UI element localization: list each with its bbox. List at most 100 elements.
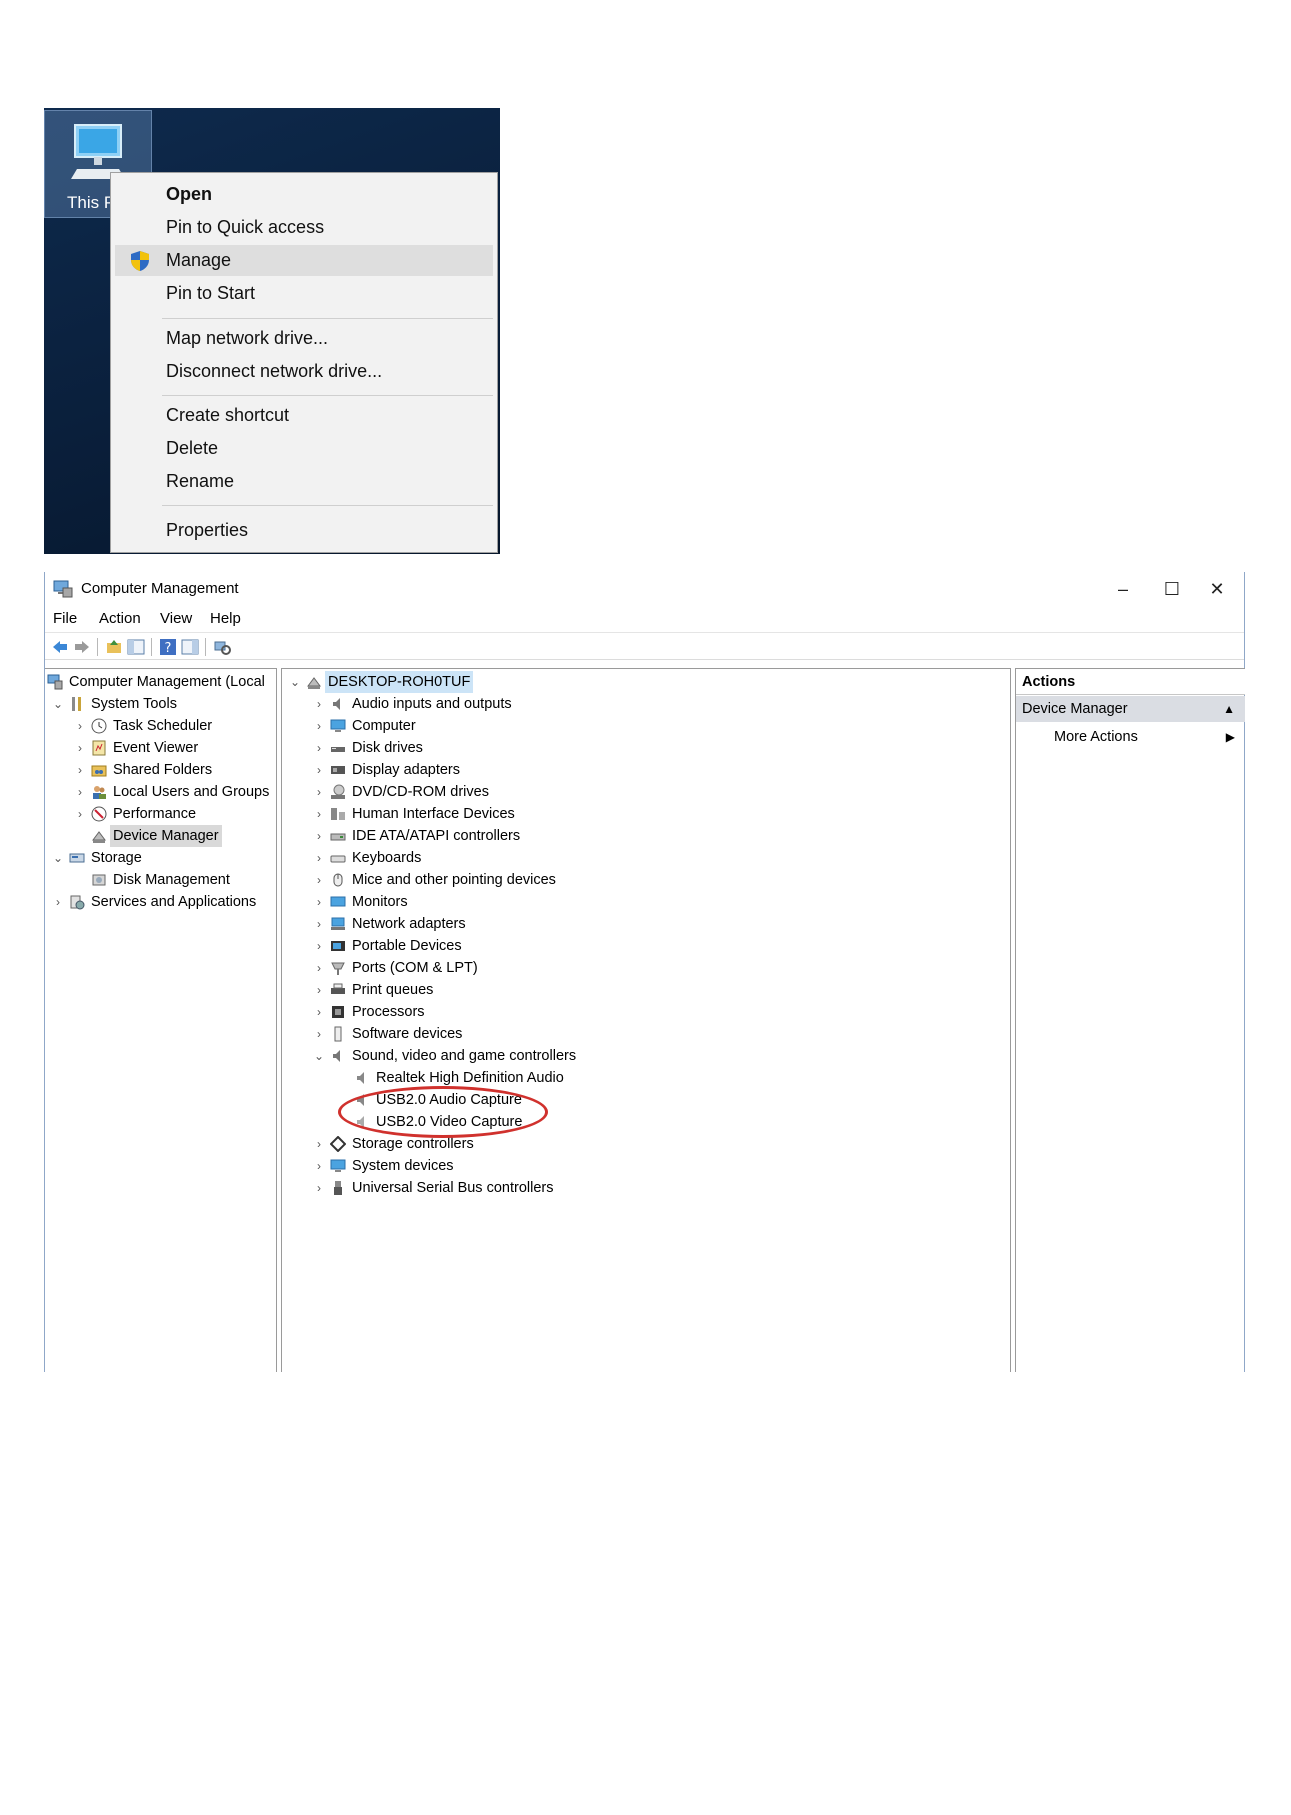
usb-icon: [334, 1181, 342, 1195]
collapse-up-icon[interactable]: ▲: [1223, 696, 1235, 722]
menu-item-rename[interactable]: Rename: [115, 466, 493, 497]
storage-icon: [69, 853, 85, 863]
context-menu: Open Pin to Quick access Manage Pin to S…: [110, 172, 498, 553]
menu-separator: [162, 395, 493, 396]
menu-item-map-drive[interactable]: Map network drive...: [115, 323, 493, 354]
computer-management-icon: [53, 580, 73, 598]
system-device-icon: [330, 1159, 346, 1172]
menu-item-manage[interactable]: Manage: [115, 245, 493, 276]
keyboard-icon: [330, 855, 346, 863]
expanded-chevron-icon[interactable]: ⌄: [51, 693, 65, 715]
menu-view[interactable]: View: [160, 610, 192, 627]
performance-icon: [91, 806, 107, 822]
collapsed-chevron-icon[interactable]: ›: [312, 1133, 326, 1155]
collapsed-chevron-icon[interactable]: ›: [312, 935, 326, 957]
collapsed-chevron-icon[interactable]: ›: [312, 957, 326, 979]
clock-icon: [91, 718, 107, 734]
collapsed-chevron-icon[interactable]: ›: [312, 913, 326, 935]
collapsed-chevron-icon[interactable]: ›: [73, 737, 87, 759]
speaker-icon: [357, 1094, 364, 1106]
hid-icon: [331, 808, 345, 820]
printer-icon: [331, 983, 345, 994]
actions-section-device-manager[interactable]: Device Manager ▲: [1016, 696, 1245, 722]
collapsed-chevron-icon[interactable]: ›: [312, 803, 326, 825]
menu-item-pin-quick-access[interactable]: Pin to Quick access: [115, 212, 493, 243]
window-title: Computer Management: [81, 580, 239, 597]
software-device-icon: [334, 1026, 342, 1042]
svg-text:?: ?: [165, 641, 172, 656]
forward-arrow-icon[interactable]: [73, 638, 91, 656]
portable-device-icon: [331, 941, 345, 951]
toolbar-separator: [151, 638, 152, 656]
users-icon: [93, 786, 106, 799]
title-bar[interactable]: Computer Management – ☐ ✕: [45, 572, 1244, 606]
toolbar-separator: [97, 638, 98, 656]
collapsed-chevron-icon[interactable]: ›: [312, 759, 326, 781]
computer-management-window: Computer Management – ☐ ✕ File Action Vi…: [44, 572, 1245, 1372]
collapsed-chevron-icon[interactable]: ›: [312, 1177, 326, 1199]
device-tree-pane: ⌄ DESKTOP-ROH0TUF › Audio inputs and outp…: [281, 668, 1011, 1372]
show-hide-action-pane-icon[interactable]: [181, 638, 199, 656]
ide-controller-icon: [330, 833, 346, 841]
collapsed-chevron-icon[interactable]: ›: [73, 781, 87, 803]
menu-action[interactable]: Action: [99, 610, 141, 627]
monitor-icon: [330, 896, 346, 907]
mouse-icon: [333, 873, 343, 887]
disk-management-icon: [92, 874, 106, 886]
uac-shield-icon: [131, 251, 149, 271]
collapsed-chevron-icon[interactable]: ›: [312, 781, 326, 803]
collapsed-chevron-icon[interactable]: ›: [312, 847, 326, 869]
back-arrow-icon[interactable]: [51, 638, 69, 656]
menu-item-disconnect-drive[interactable]: Disconnect network drive...: [115, 356, 493, 387]
network-adapter-icon: [331, 917, 345, 930]
menu-item-properties[interactable]: Properties: [115, 515, 493, 546]
toolbar-separator: [205, 638, 206, 656]
scan-hardware-icon[interactable]: [213, 638, 231, 656]
collapsed-chevron-icon[interactable]: ›: [312, 693, 326, 715]
collapsed-chevron-icon[interactable]: ›: [51, 891, 65, 913]
dvd-drive-icon: [331, 784, 345, 799]
expanded-chevron-icon[interactable]: ⌄: [312, 1045, 326, 1067]
collapsed-chevron-icon[interactable]: ›: [73, 759, 87, 781]
collapsed-chevron-icon[interactable]: ›: [312, 715, 326, 737]
tools-icon: [72, 697, 81, 711]
submenu-arrow-icon: ▶: [1225, 730, 1235, 744]
maximize-button[interactable]: ☐: [1152, 576, 1192, 602]
toolbar: ?: [45, 632, 1244, 660]
menu-item-open[interactable]: Open: [115, 179, 493, 210]
collapsed-chevron-icon[interactable]: ›: [73, 803, 87, 825]
shared-folder-icon: [91, 765, 107, 777]
collapsed-chevron-icon[interactable]: ›: [312, 825, 326, 847]
manage-label: Manage: [166, 250, 232, 270]
minimize-button[interactable]: –: [1103, 576, 1143, 602]
show-hide-tree-icon[interactable]: [127, 638, 145, 656]
menu-separator: [162, 318, 493, 319]
event-viewer-icon: [92, 740, 106, 756]
collapsed-chevron-icon[interactable]: ›: [312, 1155, 326, 1177]
help-icon[interactable]: ?: [159, 638, 177, 656]
menu-help[interactable]: Help: [210, 610, 241, 627]
collapsed-chevron-icon[interactable]: ›: [312, 1023, 326, 1045]
menu-item-delete[interactable]: Delete: [115, 433, 493, 464]
collapsed-chevron-icon[interactable]: ›: [312, 1001, 326, 1023]
close-button[interactable]: ✕: [1197, 576, 1237, 602]
device-manager-icon: [92, 831, 106, 843]
collapsed-chevron-icon[interactable]: ›: [312, 737, 326, 759]
up-folder-icon[interactable]: [105, 638, 123, 656]
menu-item-create-shortcut[interactable]: Create shortcut: [115, 400, 493, 431]
collapsed-chevron-icon[interactable]: ›: [312, 979, 326, 1001]
collapsed-chevron-icon[interactable]: ›: [312, 869, 326, 891]
services-icon: [70, 895, 85, 910]
menu-file[interactable]: File: [53, 610, 77, 627]
navigation-tree-pane: Computer Management (Local ⌄ System Tool…: [45, 668, 277, 1372]
expanded-chevron-icon[interactable]: ⌄: [288, 671, 302, 693]
collapsed-chevron-icon[interactable]: ›: [73, 715, 87, 737]
desktop-icon-label: This P: [67, 193, 116, 212]
monitor-icon: [330, 719, 346, 732]
computer-root-icon: [307, 677, 321, 689]
menu-item-pin-start[interactable]: Pin to Start: [115, 278, 493, 309]
speaker-icon: [357, 1116, 364, 1128]
collapsed-chevron-icon[interactable]: ›: [312, 891, 326, 913]
more-actions-item[interactable]: More Actions ▶: [1016, 724, 1245, 750]
expanded-chevron-icon[interactable]: ⌄: [51, 847, 65, 869]
